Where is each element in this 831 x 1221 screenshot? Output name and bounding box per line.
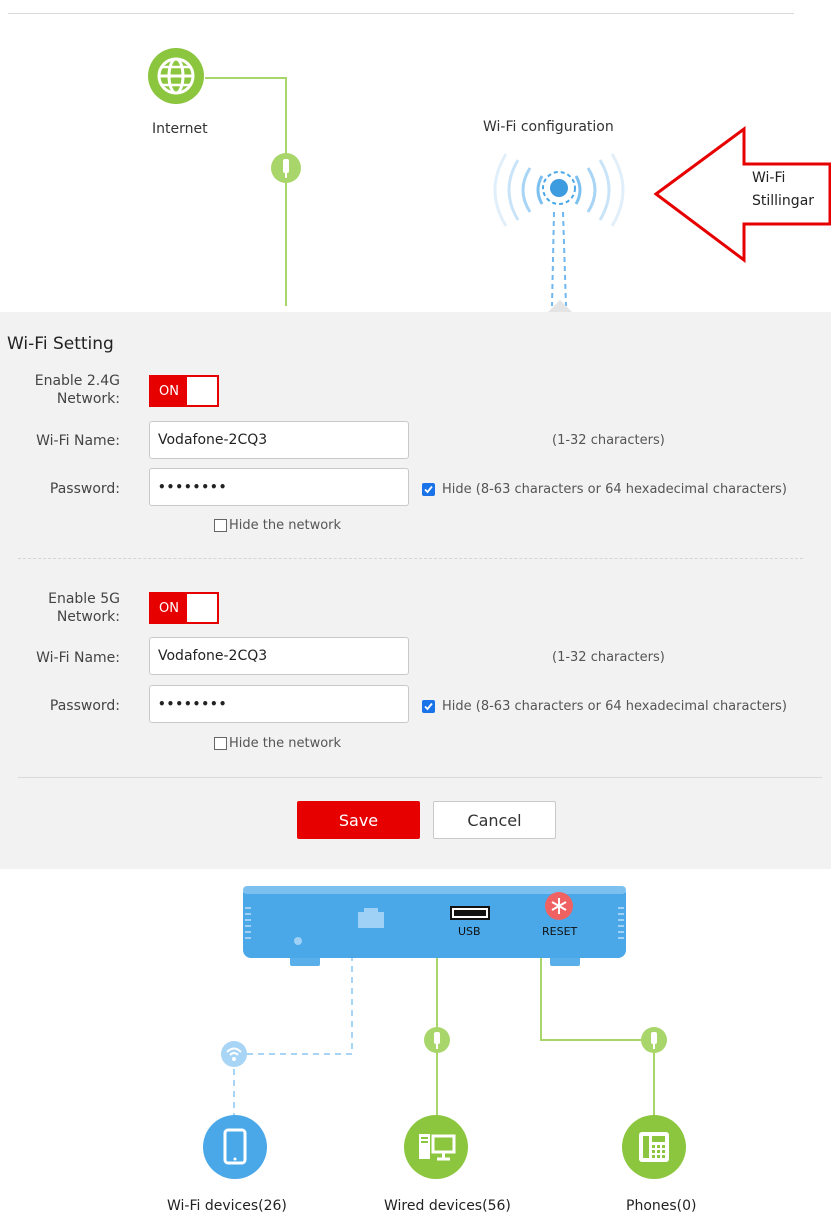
- password-5g-input[interactable]: ••••••••: [149, 685, 409, 723]
- hide-password-24g-checkbox[interactable]: [422, 483, 435, 496]
- hide-password-5g-label: Hide (8-63 characters or 64 hexadecimal …: [442, 699, 787, 714]
- enable-5g-label-line2: Network:: [56, 609, 120, 625]
- wifi-name-24g-label: Wi-Fi Name:: [36, 433, 120, 449]
- hide-network-5g-label: Hide the network: [229, 736, 342, 751]
- usb-label: USB: [458, 925, 481, 938]
- enable-24g-toggle[interactable]: ON: [149, 375, 219, 407]
- section-divider: [18, 558, 803, 559]
- enable-24g-label-line1: Enable 2.4G: [34, 373, 120, 389]
- save-button[interactable]: Save: [297, 801, 420, 839]
- wifi-signal-icon: [220, 1040, 248, 1068]
- hide-password-5g-checkbox[interactable]: [422, 700, 435, 713]
- wifi-configuration-label: Wi-Fi configuration: [483, 119, 614, 135]
- toggle-on-text: ON: [159, 600, 179, 616]
- hide-network-24g[interactable]: Hide the network: [214, 518, 341, 533]
- topology-bottom: USB RESET Wi-Fi devices(26) Wired device…: [0, 869, 831, 1221]
- hide-password-5g[interactable]: Hide (8-63 characters or 64 hexadecimal …: [422, 699, 787, 714]
- hide-network-5g[interactable]: Hide the network: [214, 736, 341, 751]
- enable-5g-label: Enable 5G Network:: [0, 590, 120, 626]
- wifi-name-24g-input[interactable]: Vodafone-2CQ3: [149, 421, 409, 459]
- wifi-name-24g-hint: (1-32 characters): [552, 433, 665, 448]
- actions-divider: [18, 777, 822, 778]
- phone-icon[interactable]: [622, 1115, 686, 1179]
- toggle-knob: [187, 377, 217, 405]
- hide-network-5g-checkbox[interactable]: [214, 737, 227, 750]
- password-5g-label: Password:: [49, 698, 120, 714]
- cable-connector-icon: [270, 152, 302, 184]
- globe-icon: [148, 48, 204, 104]
- panel-title: Wi-Fi Setting: [7, 334, 114, 354]
- ethernet-port-icon: [356, 906, 386, 930]
- hide-network-24g-checkbox[interactable]: [214, 519, 227, 532]
- wifi-name-5g-label: Wi-Fi Name:: [36, 650, 120, 666]
- reset-button-icon: [544, 891, 574, 921]
- tablet-icon[interactable]: [203, 1115, 267, 1179]
- annotation-text-line1: Wi-Fi: [752, 170, 786, 186]
- hide-network-24g-label: Hide the network: [229, 518, 342, 533]
- password-24g-label: Password:: [49, 481, 120, 497]
- computer-icon[interactable]: [404, 1115, 468, 1179]
- cancel-button[interactable]: Cancel: [433, 801, 556, 839]
- wifi-antenna-icon: [484, 150, 634, 230]
- hide-password-24g-label: Hide (8-63 characters or 64 hexadecimal …: [442, 482, 787, 497]
- phones-label[interactable]: Phones(0): [626, 1198, 697, 1214]
- password-24g-input[interactable]: ••••••••: [149, 468, 409, 506]
- power-port-icon: [293, 931, 303, 945]
- toggle-knob: [187, 594, 217, 622]
- wired-devices-label[interactable]: Wired devices(56): [384, 1198, 511, 1214]
- internet-label: Internet: [152, 121, 208, 137]
- topology-top: Internet Wi-Fi configuration Wi-Fi Still…: [0, 0, 831, 312]
- wifi-name-5g-input[interactable]: Vodafone-2CQ3: [149, 637, 409, 675]
- annotation-text-line2: Stillingar: [752, 193, 815, 209]
- wifi-name-5g-hint: (1-32 characters): [552, 650, 665, 665]
- enable-5g-label-line1: Enable 5G: [48, 591, 120, 607]
- enable-24g-label-line2: Network:: [56, 391, 120, 407]
- wifi-devices-label[interactable]: Wi-Fi devices(26): [167, 1198, 287, 1214]
- wifi-setting-panel: Wi-Fi Setting Enable 2.4G Network: ON Wi…: [0, 312, 831, 869]
- enable-24g-label: Enable 2.4G Network:: [0, 372, 120, 408]
- usb-port-icon: [450, 905, 490, 920]
- cable-connector-icon: [423, 1026, 451, 1054]
- reset-label: RESET: [542, 925, 578, 938]
- hide-password-24g[interactable]: Hide (8-63 characters or 64 hexadecimal …: [422, 482, 787, 497]
- phone-cable-connector-icon: [640, 1026, 668, 1054]
- enable-5g-toggle[interactable]: ON: [149, 592, 219, 624]
- toggle-on-text: ON: [159, 383, 179, 399]
